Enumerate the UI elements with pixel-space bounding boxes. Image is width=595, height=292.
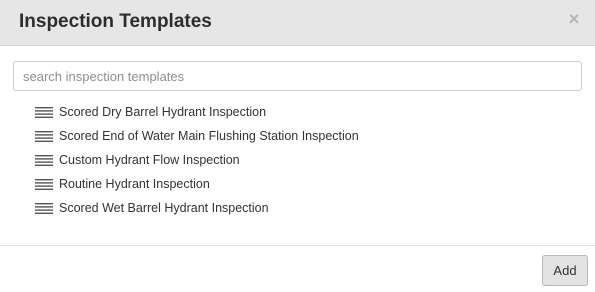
modal-title: Inspection Templates xyxy=(19,11,212,32)
template-item[interactable]: Scored Dry Barrel Hydrant Inspection xyxy=(35,100,575,124)
drag-handle-icon[interactable] xyxy=(35,154,53,166)
drag-handle-icon[interactable] xyxy=(35,130,53,142)
template-label: Scored Wet Barrel Hydrant Inspection xyxy=(59,201,269,215)
drag-handle-icon[interactable] xyxy=(35,178,53,190)
template-list: Scored Dry Barrel Hydrant Inspection Sco… xyxy=(35,100,575,220)
template-item[interactable]: Custom Hydrant Flow Inspection xyxy=(35,148,575,172)
template-label: Custom Hydrant Flow Inspection xyxy=(59,153,240,167)
drag-handle-icon[interactable] xyxy=(35,202,53,214)
template-item[interactable]: Routine Hydrant Inspection xyxy=(35,172,575,196)
add-button[interactable]: Add xyxy=(542,255,588,286)
close-icon[interactable]: × xyxy=(564,9,584,29)
search-input[interactable] xyxy=(13,61,582,91)
template-item[interactable]: Scored End of Water Main Flushing Statio… xyxy=(35,124,575,148)
modal-footer: Add xyxy=(0,245,595,292)
template-label: Scored End of Water Main Flushing Statio… xyxy=(59,129,359,143)
inspection-templates-modal: Inspection Templates × Scored Dry Barrel… xyxy=(0,0,595,292)
template-label: Routine Hydrant Inspection xyxy=(59,177,210,191)
template-item[interactable]: Scored Wet Barrel Hydrant Inspection xyxy=(35,196,575,220)
modal-header: Inspection Templates × xyxy=(0,0,595,46)
drag-handle-icon[interactable] xyxy=(35,106,53,118)
template-label: Scored Dry Barrel Hydrant Inspection xyxy=(59,105,267,119)
